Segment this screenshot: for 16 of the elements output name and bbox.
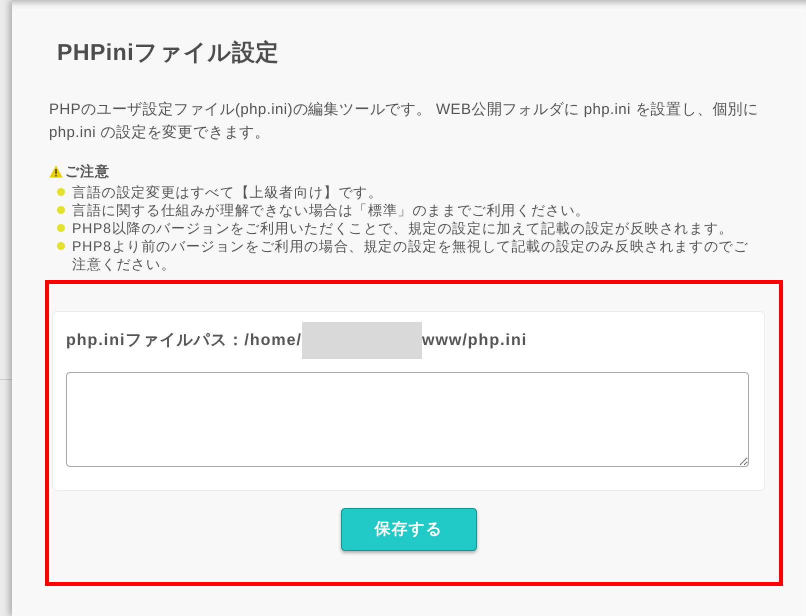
notice-item: 言語に関する仕組みが理解できない場合は「標準」のままでご利用ください。 xyxy=(72,201,590,219)
bullet-icon xyxy=(57,242,65,250)
notice-item: PHP8以降のバージョンをご利用いただくことで、規定の設定に加えて記載の設定が反映されます。 xyxy=(72,219,734,237)
notice-item: PHP8より前のバージョンをご利用の場合、規定の設定を無視して記載の設定のみ反映されますのでご注意ください。 xyxy=(72,237,750,273)
notice-item: 言語の設定変更はすべて【上級者向け】です。 xyxy=(72,183,383,201)
notice-heading: ご注意 xyxy=(65,162,110,180)
save-button[interactable]: 保存する xyxy=(340,508,476,551)
bullet-icon xyxy=(57,224,65,232)
bullet-icon xyxy=(57,188,65,196)
path-suffix: www/php.ini xyxy=(422,332,528,350)
path-label: php.iniファイルパス：/home/ xyxy=(66,331,302,351)
page-title: PHPiniファイル設定 xyxy=(57,38,280,66)
bullet-icon xyxy=(57,206,65,214)
description-text: PHPのユーザ設定ファイル(php.ini)の編集ツールです。 WEB公開フォルダに php.ini を設置し、個別に php.ini の設定を変更できます。 xyxy=(49,100,760,143)
ini-textarea[interactable] xyxy=(66,372,749,467)
warning-icon xyxy=(49,164,63,178)
